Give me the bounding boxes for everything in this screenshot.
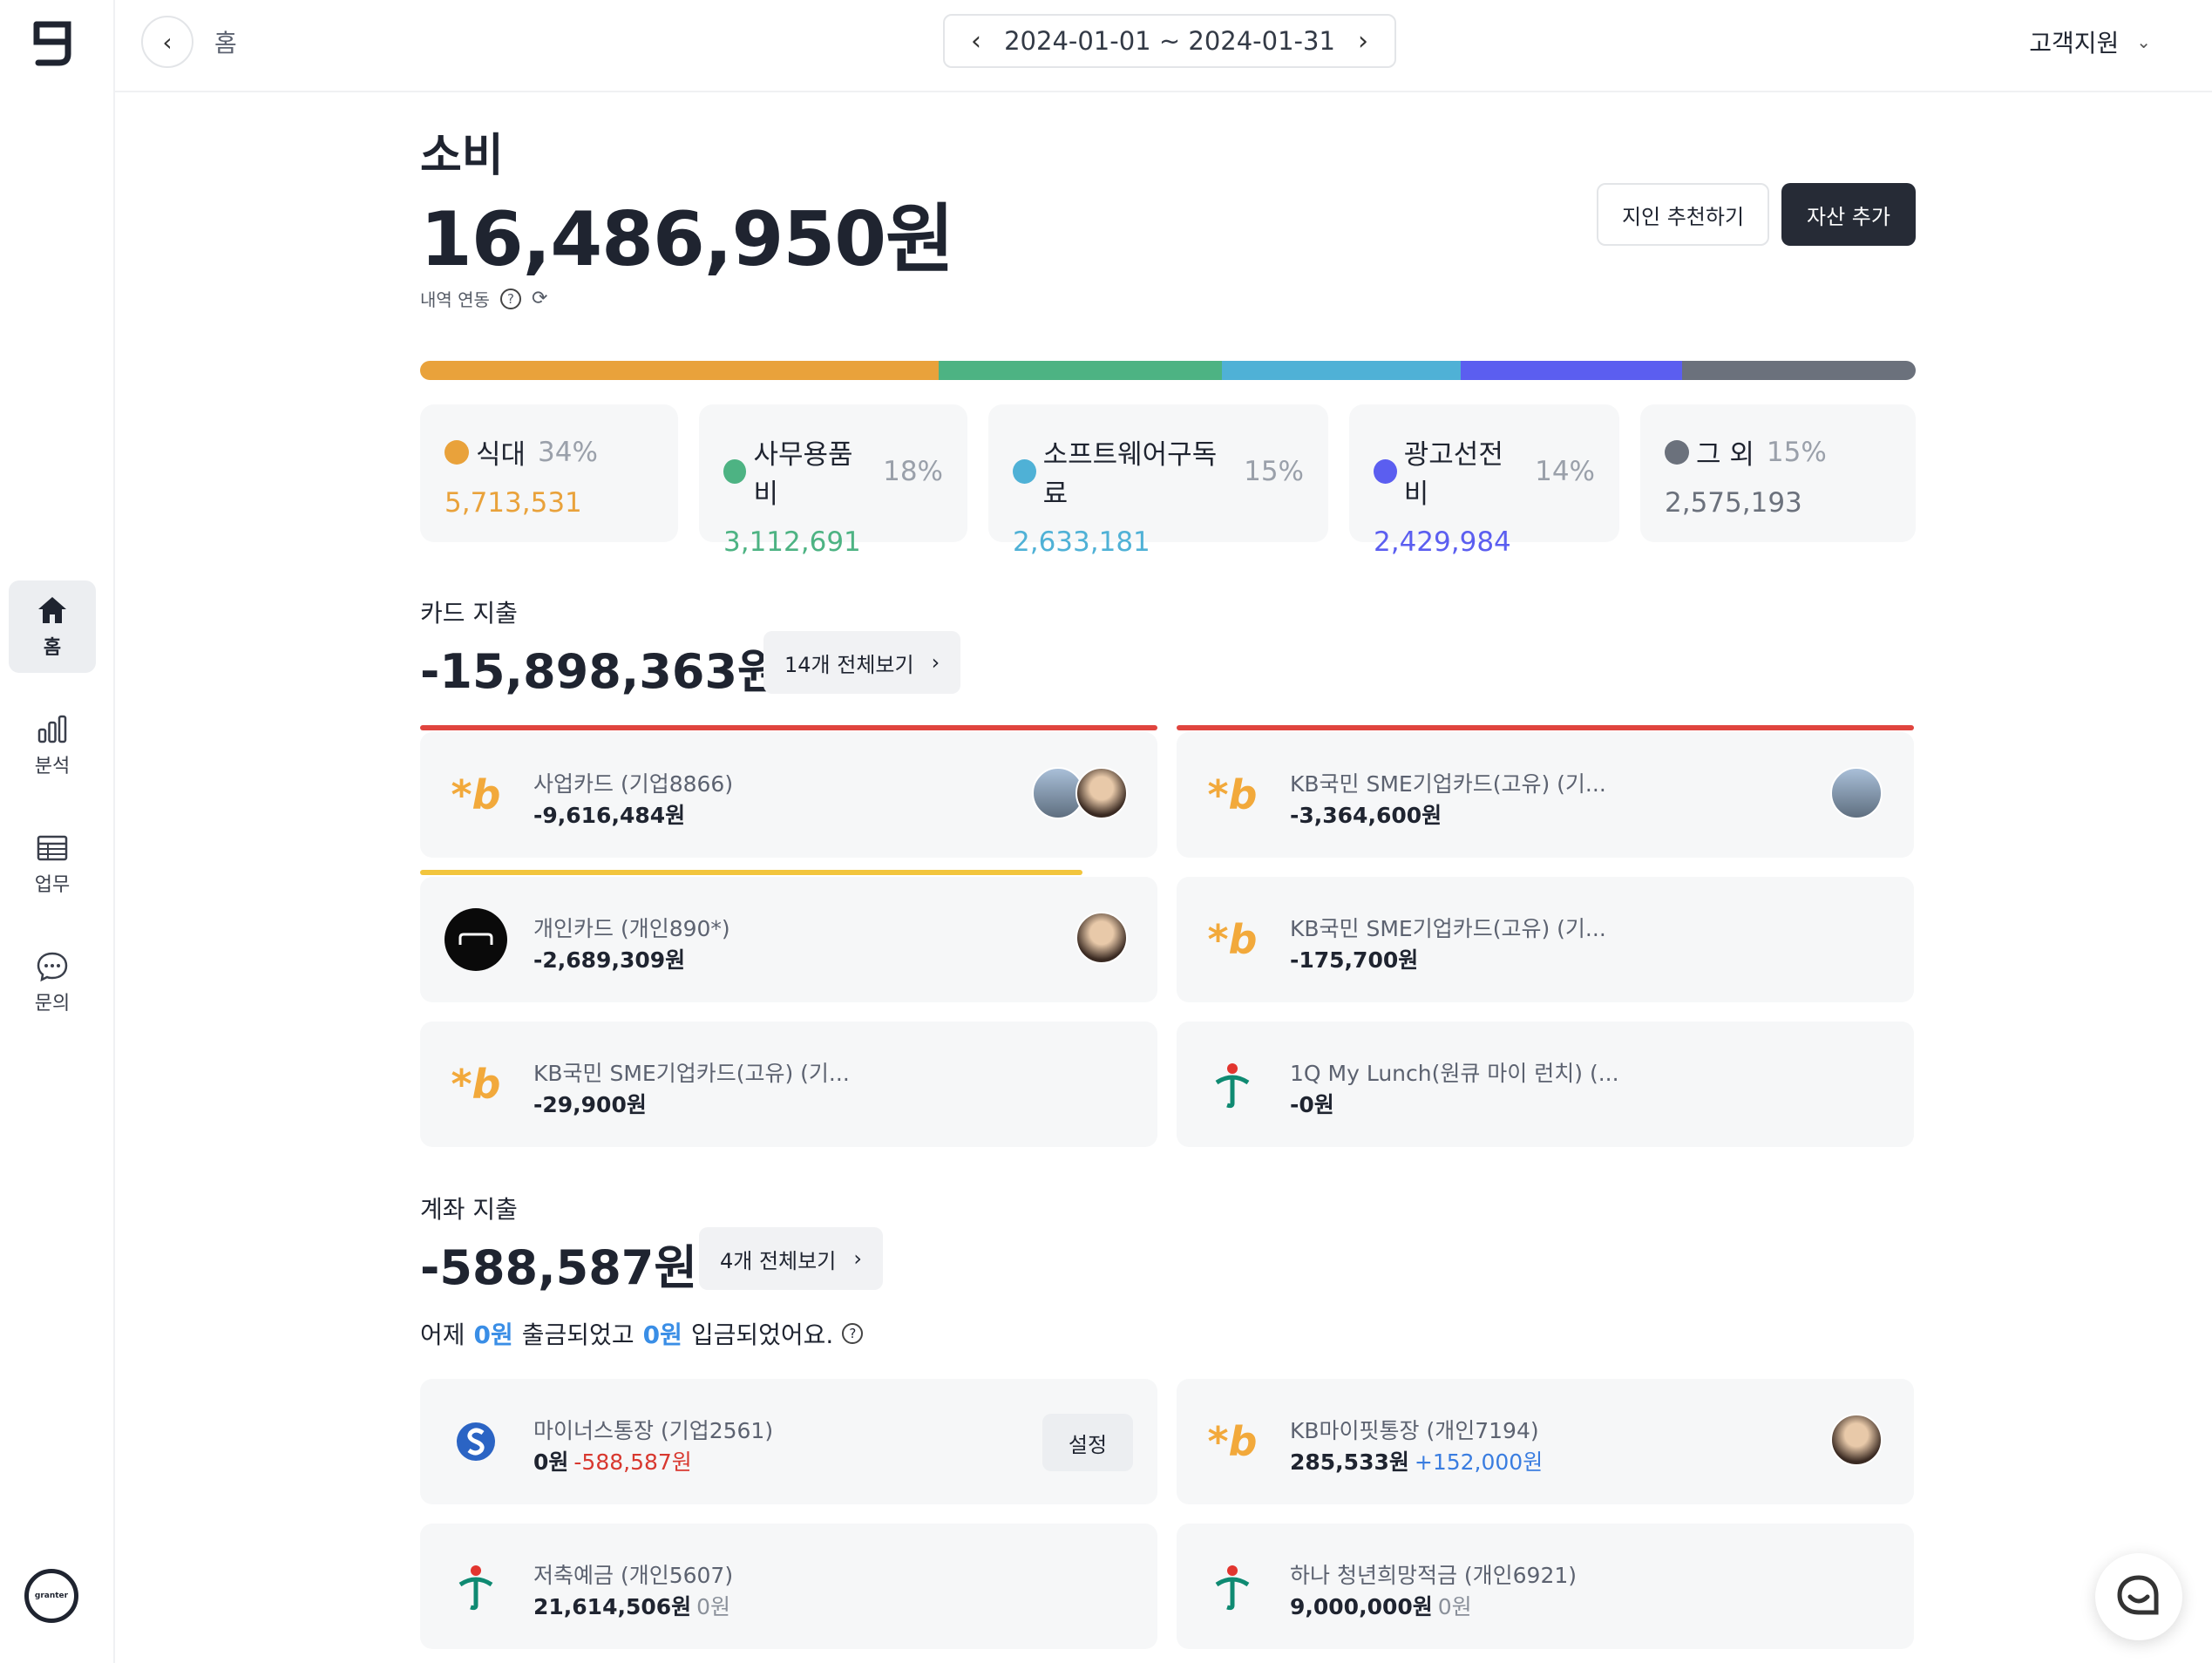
next-month-chevron-icon[interactable]: ›	[1358, 26, 1368, 57]
category-share-bar	[420, 361, 1916, 380]
color-dot-icon	[444, 439, 469, 465]
category-amount: 2,429,984	[1374, 526, 1511, 558]
share-segment	[1681, 361, 1916, 380]
granter-logo[interactable]: granter	[24, 1569, 78, 1623]
category-amount: 5,713,531	[444, 487, 582, 519]
share-segment	[420, 361, 940, 380]
card-spending-total: -15,898,363원	[420, 644, 781, 699]
avatar[interactable]	[1075, 912, 1128, 964]
date-range-label: 2024-01-01 ~ 2024-01-31	[1004, 26, 1335, 56]
table-icon	[37, 835, 68, 861]
help-icon[interactable]: ?	[499, 288, 521, 309]
share-segment	[1221, 361, 1462, 380]
card-item[interactable]: *b KB국민 SME기업카드(고유) (기... -29,900원	[420, 1022, 1157, 1147]
category-card-ads[interactable]: 광고선전비 14% 2,429,984	[1349, 404, 1619, 558]
shinhan-bank-icon	[444, 1410, 507, 1473]
category-card-software[interactable]: 소프트웨어구독료 15% 2,633,181	[988, 404, 1328, 558]
sidebar-nav: 홈 분석 업무 문의	[9, 580, 96, 1055]
color-dot-icon	[1013, 459, 1036, 484]
breadcrumb: 홈	[214, 29, 237, 58]
limit-bar	[420, 870, 1082, 875]
category-amount: 2,575,193	[1665, 487, 1802, 519]
app-logo[interactable]	[30, 19, 77, 66]
card-item[interactable]: *b KB국민 SME기업카드(고유) (기... -3,364,600원	[1177, 725, 1914, 858]
account-spending-label: 계좌 지출	[420, 1195, 518, 1224]
card-item[interactable]: 개인카드 (개인890*) -2,689,309원	[420, 870, 1157, 1002]
help-icon[interactable]: ?	[842, 1323, 864, 1344]
avatar[interactable]	[1830, 767, 1883, 819]
prev-month-chevron-icon[interactable]: ‹	[971, 26, 981, 57]
category-card-office[interactable]: 사무용품비 18% 3,112,691	[699, 404, 967, 558]
sidebar-item-inquiry[interactable]: 문의	[9, 936, 96, 1028]
page-title: 소비	[420, 130, 504, 182]
limit-bar	[1177, 725, 1914, 730]
avatar[interactable]	[1075, 767, 1128, 819]
sidebar-item-analysis[interactable]: 분석	[9, 699, 96, 791]
sidebar-item-label: 분석	[34, 756, 71, 777]
yesterday-summary: 어제 0원 출금되었고 0원 입금되었어요. ?	[420, 1316, 864, 1351]
view-all-cards-button[interactable]: 14개 전체보기 ›	[763, 631, 961, 694]
chat-support-button[interactable]	[2095, 1553, 2182, 1640]
color-dot-icon	[1665, 439, 1689, 465]
kb-bank-icon: *b	[451, 1061, 501, 1108]
home-icon	[38, 597, 66, 623]
hana-bank-icon	[444, 1555, 507, 1618]
back-button[interactable]: ‹	[141, 16, 193, 68]
limit-bar	[420, 725, 1157, 730]
chat-icon	[2117, 1575, 2159, 1615]
sidebar-item-home[interactable]: 홈	[9, 580, 96, 673]
avatar[interactable]	[1830, 1414, 1883, 1466]
account-item[interactable]: 마이너스통장 (기업2561) 0원 -588,587원 설정	[420, 1379, 1157, 1504]
sidebar-item-label: 홈	[43, 637, 62, 659]
card-spending-label: 카드 지출	[420, 599, 518, 628]
spending-total: 16,486,950원	[420, 196, 954, 283]
hana-bank-icon	[1201, 1053, 1264, 1116]
color-dot-icon	[723, 459, 747, 484]
refresh-icon[interactable]: ⟳	[532, 288, 547, 309]
kb-bank-icon: *b	[1207, 916, 1258, 963]
card-item[interactable]: *b 사업카드 (기업8866) -9,616,484원	[420, 725, 1157, 858]
account-settings-button[interactable]: 설정	[1042, 1414, 1133, 1471]
card-item[interactable]: 1Q My Lunch(원큐 마이 런치) (... -0원	[1177, 1022, 1914, 1147]
hana-bank-icon	[1201, 1555, 1264, 1618]
card-item[interactable]: *b KB국민 SME기업카드(고유) (기... -175,700원	[1177, 877, 1914, 1002]
kb-bank-icon: *b	[451, 771, 501, 818]
view-all-accounts-button[interactable]: 4개 전체보기 ›	[699, 1227, 883, 1290]
category-amount: 2,633,181	[1013, 526, 1150, 558]
add-asset-button[interactable]: 자산 추가	[1781, 183, 1916, 246]
sidebar-item-label: 문의	[34, 993, 71, 1015]
chevron-left-icon: ‹	[162, 27, 173, 57]
sidebar: 홈 분석 업무 문의 granter	[0, 0, 115, 1663]
chevron-right-icon: ›	[853, 1246, 862, 1271]
account-item[interactable]: 저축예금 (개인5607) 21,614,506원 0원	[420, 1524, 1157, 1649]
support-label: 고객지원	[2029, 29, 2120, 58]
category-amount: 3,112,691	[723, 526, 861, 558]
account-spending-total: -588,587원	[420, 1240, 698, 1295]
date-range-picker[interactable]: ‹ 2024-01-01 ~ 2024-01-31 ›	[943, 14, 1396, 68]
category-card-other[interactable]: 그 외 15% 2,575,193	[1640, 404, 1916, 542]
category-list: 식대 34% 5,713,531 사무용품비 18% 3,112,691 소프트웨어…	[420, 404, 1916, 558]
sync-status: 내역 연동 ? ⟳	[420, 286, 547, 311]
topbar: ‹ 홈 ‹ 2024-01-01 ~ 2024-01-31 › 고객지원 ⌄	[115, 0, 2212, 92]
chat-bubble-icon	[37, 952, 68, 982]
sidebar-item-work[interactable]: 업무	[9, 818, 96, 910]
color-dot-icon	[1374, 459, 1397, 484]
share-segment	[939, 361, 1222, 380]
sync-label: 내역 연동	[420, 289, 490, 310]
category-card-food[interactable]: 식대 34% 5,713,531	[420, 404, 678, 542]
kb-bank-icon: *b	[1207, 771, 1258, 818]
bar-chart-icon	[37, 715, 67, 743]
hyundai-card-icon	[444, 908, 507, 971]
account-item[interactable]: *b KB마이핏통장 (개인7194) 285,533원 +152,000원	[1177, 1379, 1914, 1504]
sidebar-item-label: 업무	[34, 874, 71, 896]
account-item[interactable]: 하나 청년희망적금 (개인6921) 9,000,000원 0원	[1177, 1524, 1914, 1649]
recommend-button[interactable]: 지인 추천하기	[1597, 183, 1769, 246]
kb-bank-icon: *b	[1207, 1418, 1258, 1465]
chevron-right-icon: ›	[931, 650, 940, 675]
share-segment	[1461, 361, 1682, 380]
chevron-down-icon: ⌄	[2136, 31, 2151, 52]
support-dropdown[interactable]: 고객지원 ⌄	[2029, 24, 2151, 59]
